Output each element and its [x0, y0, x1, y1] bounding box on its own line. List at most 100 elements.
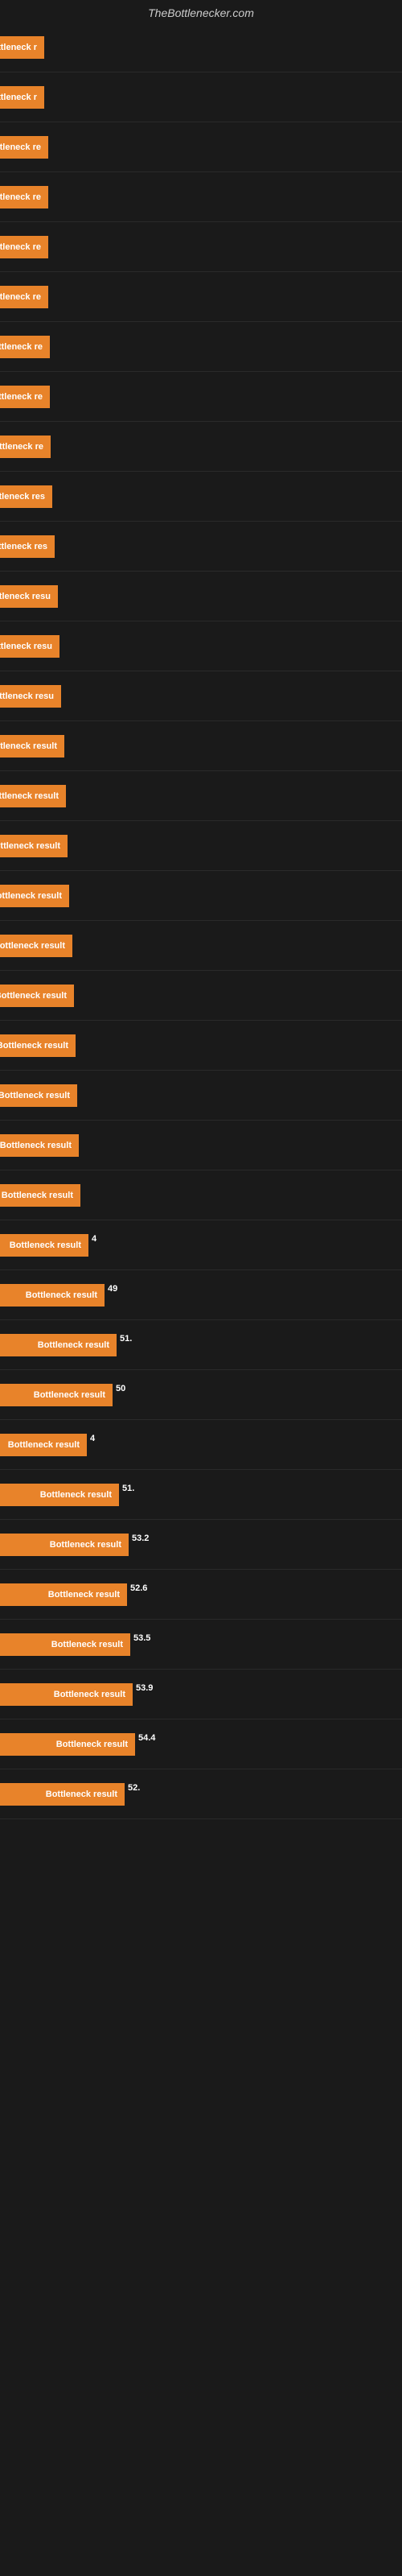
bar-fill: Bottleneck res — [0, 535, 55, 558]
bar-value: 51. — [120, 1334, 132, 1344]
bar-label: Bottleneck r — [0, 36, 41, 59]
bar-fill: Bottleneck result — [0, 1384, 113, 1406]
bar-fill: Bottleneck re — [0, 336, 50, 358]
bar-label: Bottleneck re — [0, 336, 47, 358]
bar-label: Bottleneck result — [52, 1733, 132, 1756]
bar-row: Bottleneck res — [0, 522, 402, 572]
bar-fill: Bottleneck result — [0, 1683, 133, 1706]
bar-row: Bottleneck result 4 — [0, 1420, 402, 1470]
bar-label: Bottleneck resu — [0, 585, 55, 608]
chart-container: Bottleneck r Bottleneck r Bottleneck re Bot… — [0, 23, 402, 1819]
bar-row: Bottleneck resu — [0, 621, 402, 671]
bar-label: Bottleneck result — [0, 835, 64, 857]
bar-label: Bottleneck result — [0, 985, 71, 1007]
bar-row: Bottleneck re — [0, 372, 402, 422]
bar-fill: Bottleneck r — [0, 36, 44, 59]
bar-fill: Bottleneck resu — [0, 685, 61, 708]
bar-row: Bottleneck result52.6 — [0, 1570, 402, 1620]
bar-value: 53.9 — [136, 1683, 153, 1693]
bar-label: Bottleneck resu — [0, 635, 56, 658]
bar-row: Bottleneck result 53.5 — [0, 1620, 402, 1670]
bar-row: Bottleneck result — [0, 1170, 402, 1220]
bar-label: Bottleneck result — [22, 1284, 101, 1307]
bar-row: Bottleneck result 53.9 — [0, 1670, 402, 1719]
bar-fill: Bottleneck result — [0, 1534, 129, 1556]
bar-label: Bottleneck result — [42, 1783, 121, 1806]
bar-fill: Bottleneck result — [0, 1583, 127, 1606]
bar-row: Bottleneck re — [0, 222, 402, 272]
bar-row: Bottleneck result — [0, 1121, 402, 1170]
bar-fill: Bottleneck re — [0, 136, 48, 159]
bar-label: Bottleneck re — [0, 186, 45, 208]
bar-row: Bottleneck re — [0, 172, 402, 222]
bar-row: Bottleneck re — [0, 122, 402, 172]
bar-fill: Bottleneck re — [0, 286, 48, 308]
bar-fill: Bottleneck result — [0, 1034, 76, 1057]
bar-label: Bottleneck res — [0, 485, 49, 508]
bar-row: Bottleneck result52. — [0, 1769, 402, 1819]
bar-label: Bottleneck resu — [0, 685, 58, 708]
bar-row: Bottleneck result53.2 — [0, 1520, 402, 1570]
bar-label: Bottleneck result — [47, 1633, 127, 1656]
bar-value: 4 — [92, 1234, 96, 1244]
site-title-container: TheBottlenecker.com — [0, 0, 402, 23]
bar-label: Bottleneck result — [34, 1334, 113, 1356]
bar-label: Bottleneck result — [0, 1184, 77, 1207]
bar-fill: Bottleneck res — [0, 485, 52, 508]
bar-fill: Bottleneck result — [0, 1084, 77, 1107]
bar-fill: Bottleneck result — [0, 1334, 117, 1356]
bar-fill: Bottleneck result — [0, 1134, 79, 1157]
bar-fill: Bottleneck result — [0, 785, 66, 807]
bar-row: Bottleneck resu — [0, 671, 402, 721]
bar-value: 50 — [116, 1384, 125, 1393]
bar-fill: Bottleneck result — [0, 1234, 88, 1257]
bar-row: Bottleneck result 4 — [0, 1220, 402, 1270]
bar-label: Bottleneck res — [0, 535, 51, 558]
bar-label: Bottleneck result — [0, 785, 63, 807]
bar-value: 54.4 — [138, 1733, 155, 1743]
bar-label: Bottleneck re — [0, 386, 47, 408]
bar-row: Bottleneck result50 — [0, 1370, 402, 1420]
bar-fill: Bottleneck result — [0, 1633, 130, 1656]
bar-fill: Bottleneck result — [0, 935, 72, 957]
bar-row: Bottleneck result — [0, 771, 402, 821]
bar-row: Bottleneck resu — [0, 572, 402, 621]
bar-label: Bottleneck re — [0, 136, 45, 159]
bar-label: Bottleneck result — [0, 735, 61, 758]
bar-label: Bottleneck re — [0, 236, 45, 258]
bar-fill: Bottleneck result — [0, 1184, 80, 1207]
bar-fill: Bottleneck result — [0, 885, 69, 907]
bar-row: Bottleneck result — [0, 921, 402, 971]
bar-fill: Bottleneck result — [0, 735, 64, 758]
bar-fill: Bottleneck re — [0, 386, 50, 408]
bar-row: Bottleneck result — [0, 1071, 402, 1121]
bar-row: Bottleneck result 51. — [0, 1470, 402, 1520]
bar-label: Bottleneck result — [4, 1434, 84, 1456]
bar-row: Bottleneck result 49 — [0, 1270, 402, 1320]
bar-label: Bottleneck result — [44, 1583, 124, 1606]
bar-value: 51. — [122, 1484, 134, 1493]
bar-fill: Bottleneck resu — [0, 635, 59, 658]
bar-label: Bottleneck result — [0, 885, 66, 907]
bar-value: 49 — [108, 1284, 117, 1294]
bar-row: Bottleneck result — [0, 721, 402, 771]
bar-row: Bottleneck result — [0, 871, 402, 921]
bar-fill: Bottleneck re — [0, 186, 48, 208]
bar-fill: Bottleneck re — [0, 236, 48, 258]
bar-fill: Bottleneck r — [0, 86, 44, 109]
bar-value: 4 — [90, 1434, 95, 1443]
bar-fill: Bottleneck result — [0, 1284, 105, 1307]
bar-label: Bottleneck result — [6, 1234, 85, 1257]
bar-fill: Bottleneck result — [0, 1733, 135, 1756]
bar-label: Bottleneck result — [50, 1683, 129, 1706]
site-title: TheBottlenecker.com — [0, 0, 402, 23]
bar-row: Bottleneck re — [0, 322, 402, 372]
bar-row: Bottleneck re — [0, 272, 402, 322]
bar-row: Bottleneck result — [0, 821, 402, 871]
bar-value: 53.5 — [133, 1633, 150, 1643]
bar-row: Bottleneck re — [0, 422, 402, 472]
bar-row: Bottleneck res — [0, 472, 402, 522]
bar-label: Bottleneck result — [36, 1484, 116, 1506]
bar-label: Bottleneck re — [0, 286, 45, 308]
bar-label: Bottleneck result — [46, 1534, 125, 1556]
